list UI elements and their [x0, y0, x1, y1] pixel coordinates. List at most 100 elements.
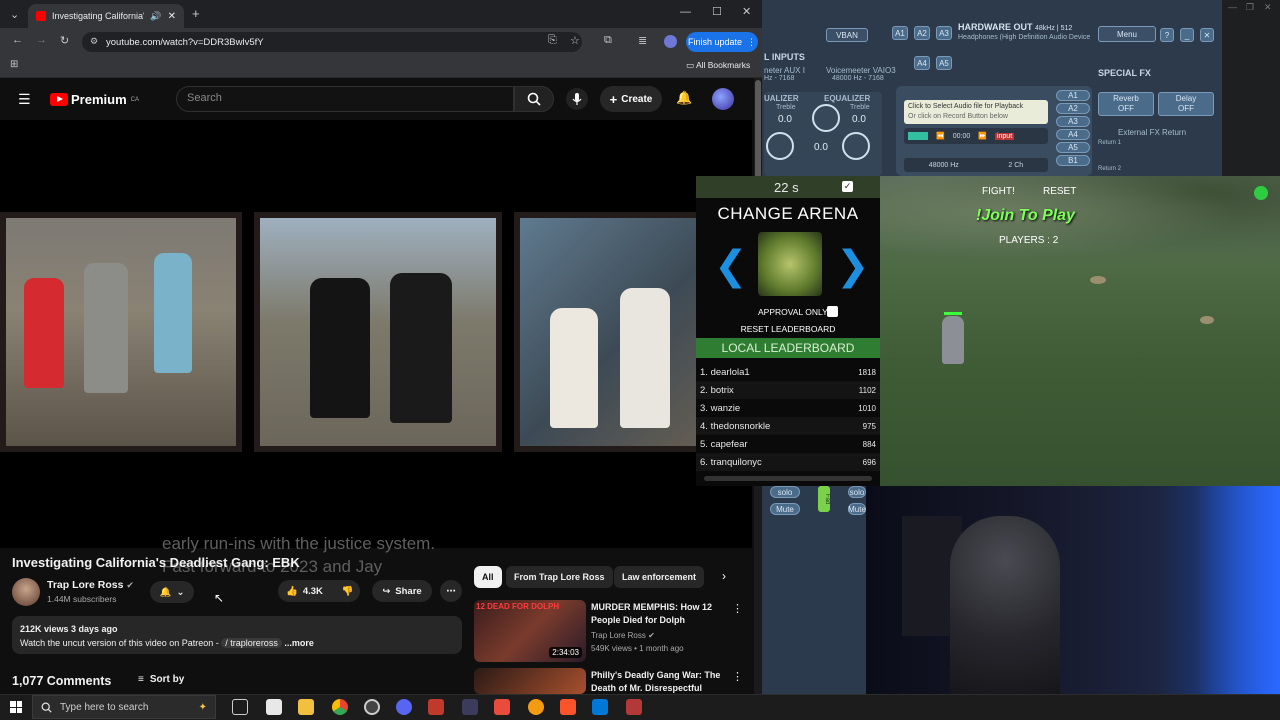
- like-icon[interactable]: 👍: [286, 586, 298, 597]
- minimize-icon[interactable]: —: [680, 6, 691, 18]
- side-bus-a3[interactable]: A3: [1056, 116, 1090, 127]
- chip-law-enforcement[interactable]: Law enforcement: [614, 566, 705, 588]
- new-tab-icon[interactable]: +: [192, 6, 200, 21]
- all-bookmarks-button[interactable]: ▭ All Bookmarks: [686, 60, 750, 71]
- bookmark-star-icon[interactable]: ☆: [570, 34, 580, 47]
- eq-knob[interactable]: [842, 132, 870, 160]
- sort-by-button[interactable]: ≡ Sort by: [138, 674, 184, 685]
- like-dislike-group[interactable]: 👍 4.3K 👎: [278, 580, 360, 602]
- reset-button[interactable]: RESET: [1043, 186, 1076, 197]
- bus-a3-button[interactable]: A3: [936, 26, 952, 40]
- rewind-icon[interactable]: ⏪: [936, 132, 945, 140]
- solo-button[interactable]: solo: [848, 486, 866, 498]
- search-button[interactable]: [514, 86, 554, 112]
- app-icon-2[interactable]: [428, 699, 444, 715]
- scrollbar-thumb[interactable]: [755, 80, 761, 180]
- bus-a2-button[interactable]: A2: [914, 26, 930, 40]
- approval-only-checkbox[interactable]: [827, 306, 838, 317]
- forward-icon[interactable]: ⏩: [978, 132, 987, 140]
- related-video-title[interactable]: MURDER MEMPHIS: How 12 People Died for D…: [591, 601, 721, 627]
- more-actions-button[interactable]: ⋯: [440, 580, 462, 602]
- playback-hint[interactable]: Click to Select Audio file for Playback …: [904, 100, 1048, 124]
- speaker-icon[interactable]: 🔊: [150, 11, 161, 22]
- arena-prev-icon[interactable]: ❮: [714, 246, 748, 286]
- voice-search-button[interactable]: [566, 88, 588, 110]
- file-explorer-icon[interactable]: [298, 699, 314, 715]
- create-button[interactable]: + Create: [600, 86, 662, 112]
- bus-a5-button[interactable]: A5: [936, 56, 952, 70]
- related-more-icon[interactable]: ⋮: [732, 670, 743, 683]
- reload-icon[interactable]: ↻: [60, 34, 69, 47]
- delay-button[interactable]: Delay OFF: [1158, 92, 1214, 116]
- close-tab-icon[interactable]: ✕: [168, 11, 176, 22]
- vm-close-button[interactable]: ✕: [1200, 28, 1214, 42]
- channel-name[interactable]: Trap Lore Ross ✔: [47, 579, 134, 591]
- side-bus-a5[interactable]: A5: [1056, 142, 1090, 153]
- vscode-icon[interactable]: [592, 699, 608, 715]
- related-video-title[interactable]: Philly's Deadly Gang War: The Death of M…: [591, 669, 721, 694]
- related-video-channel[interactable]: Trap Lore Ross ✔: [591, 630, 655, 642]
- channel-avatar[interactable]: [12, 578, 40, 606]
- side-bus-b1[interactable]: B1: [1056, 155, 1090, 166]
- obs-icon[interactable]: [364, 699, 380, 715]
- chip-from-channel[interactable]: From Trap Lore Ross: [506, 566, 613, 588]
- reverb-button[interactable]: Reverb OFF: [1098, 92, 1154, 116]
- vm-minimize-button[interactable]: _: [1180, 28, 1194, 42]
- bus-a4-button[interactable]: A4: [914, 56, 930, 70]
- youtube-logo[interactable]: Premium CA: [50, 92, 139, 107]
- maximize-icon[interactable]: ☐: [712, 5, 722, 18]
- close-icon[interactable]: ✕: [1264, 2, 1272, 13]
- forward-icon[interactable]: →: [36, 34, 47, 46]
- minimize-icon[interactable]: —: [1228, 2, 1237, 12]
- settings-gear-icon[interactable]: [1254, 186, 1268, 200]
- app-icon-5[interactable]: [626, 699, 642, 715]
- discord-icon[interactable]: [396, 699, 412, 715]
- media-controls-icon[interactable]: ≣: [638, 34, 647, 47]
- solo-button[interactable]: solo: [770, 486, 800, 498]
- related-more-icon[interactable]: ⋮: [732, 602, 743, 615]
- leaderboard-scrollbar[interactable]: [704, 476, 872, 481]
- install-icon[interactable]: ⎘: [548, 34, 557, 47]
- related-video-thumbnail[interactable]: [474, 668, 586, 694]
- back-icon[interactable]: ←: [12, 34, 23, 46]
- show-more-link[interactable]: ...more: [284, 638, 314, 648]
- profile-icon[interactable]: [664, 35, 677, 48]
- side-bus-a4[interactable]: A4: [1056, 129, 1090, 140]
- site-info-icon[interactable]: ⚙: [90, 36, 98, 47]
- app-icon-4[interactable]: [494, 699, 510, 715]
- side-bus-a1[interactable]: A1: [1056, 90, 1090, 101]
- restore-icon[interactable]: ❐: [1246, 2, 1254, 13]
- related-video-thumbnail[interactable]: 12 DEAD FOR DOLPH 2:34:03: [474, 600, 586, 662]
- patreon-link[interactable]: / traploreross: [221, 638, 282, 648]
- chrome-icon[interactable]: [332, 699, 348, 715]
- menu-button[interactable]: Menu: [1098, 26, 1156, 42]
- reset-leaderboard-button[interactable]: RESET LEADERBOARD: [696, 324, 880, 334]
- share-button[interactable]: ↪ Share: [372, 580, 432, 602]
- mute-button[interactable]: Mute: [848, 503, 866, 515]
- eq-knob[interactable]: [766, 132, 794, 160]
- dislike-icon[interactable]: 👎: [342, 586, 354, 597]
- timer-checkbox-icon[interactable]: ✓: [842, 181, 853, 192]
- task-view-icon[interactable]: [232, 699, 248, 715]
- fader-handle[interactable]: Fad: [818, 486, 830, 512]
- help-button[interactable]: ?: [1160, 28, 1174, 42]
- hardware-out-device[interactable]: Headphones (High Definition Audio Device: [958, 34, 1090, 41]
- blender-icon[interactable]: [528, 699, 544, 715]
- bus-a1-button[interactable]: A1: [892, 26, 908, 40]
- search-input[interactable]: Search: [176, 86, 514, 112]
- mute-button[interactable]: Mute: [770, 503, 800, 515]
- apps-grid-icon[interactable]: ⊞: [10, 59, 18, 70]
- video-player[interactable]: early run-ins with the justice system. F…: [0, 120, 752, 576]
- subscription-bell-button[interactable]: 🔔 ⌄: [150, 581, 194, 603]
- hamburger-menu-icon[interactable]: ☰: [18, 91, 31, 108]
- taskbar-search[interactable]: Type here to search ✦: [32, 695, 216, 719]
- chevron-right-icon[interactable]: ›: [722, 569, 726, 583]
- app-icon-3[interactable]: [462, 699, 478, 715]
- url-bar[interactable]: ⚙ youtube.com/watch?v=DDR3Bwlv5fY: [82, 32, 582, 52]
- eq-knob[interactable]: [812, 104, 840, 132]
- fight-button[interactable]: FIGHT!: [982, 186, 1015, 197]
- browser-tab[interactable]: Investigating California's De... 🔊 ✕: [28, 4, 184, 28]
- description-box[interactable]: 212K views 3 days ago Watch the uncut ve…: [12, 616, 462, 654]
- chip-all[interactable]: All: [474, 566, 502, 588]
- brave-icon[interactable]: [560, 699, 576, 715]
